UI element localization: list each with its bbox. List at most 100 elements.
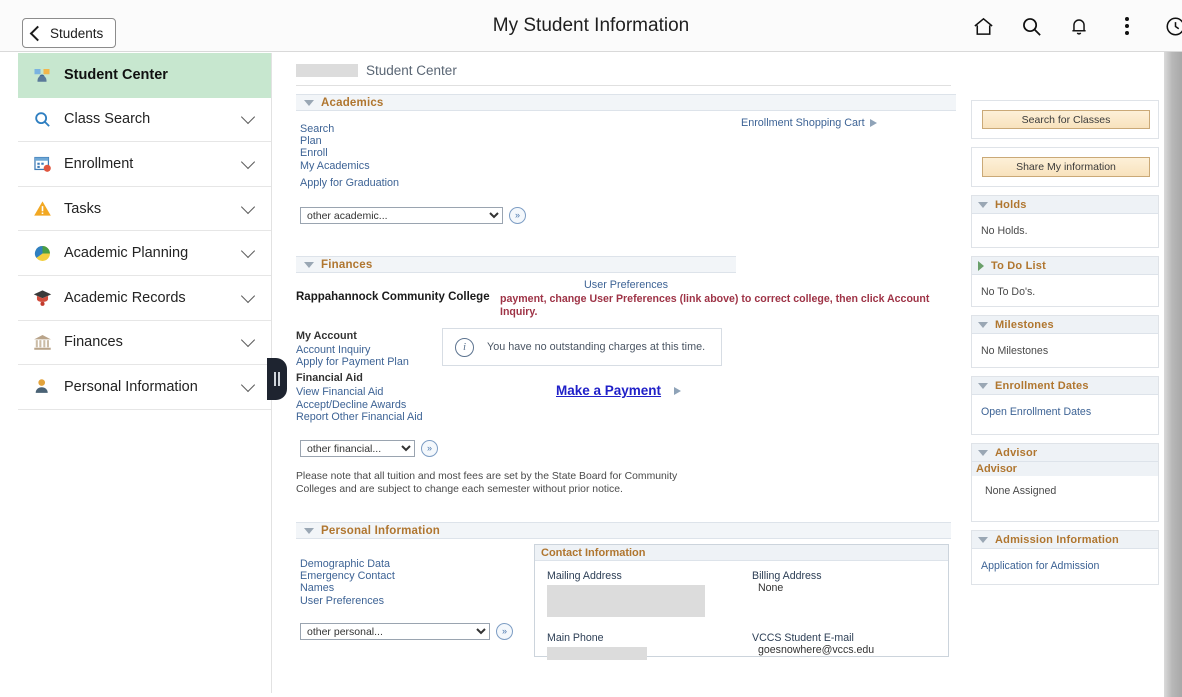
chevron-left-icon bbox=[29, 25, 46, 41]
clock-icon[interactable] bbox=[1162, 13, 1182, 39]
sidebar-item-label: Academic Planning bbox=[64, 245, 189, 262]
todo-card: To Do List No To Do's. bbox=[971, 256, 1159, 307]
triangle-right-icon bbox=[978, 260, 984, 271]
finances-link-accept-decline-awards[interactable]: Accept/Decline Awards bbox=[296, 399, 423, 411]
academics-go-button[interactable]: » bbox=[509, 207, 526, 224]
academics-links: Search Plan Enroll My Academics Apply fo… bbox=[300, 123, 399, 189]
page-scrollbar[interactable] bbox=[1164, 52, 1182, 697]
chevron-down-icon bbox=[240, 288, 256, 303]
tuition-note: Please note that all tuition and most fe… bbox=[296, 471, 678, 495]
sidebar-item-label: Personal Information bbox=[64, 378, 198, 395]
search-icon[interactable] bbox=[1018, 13, 1044, 39]
milestones-header[interactable]: Milestones bbox=[972, 316, 1158, 334]
triangle-down-icon bbox=[978, 449, 988, 456]
bell-icon[interactable] bbox=[1066, 13, 1092, 39]
finances-user-preferences-link[interactable]: User Preferences bbox=[584, 279, 668, 291]
college-name: Rappahannock Community College bbox=[296, 291, 490, 303]
back-to-students-button[interactable]: Students bbox=[22, 18, 117, 48]
enrollment-shopping-cart-link[interactable]: Enrollment Shopping Cart bbox=[741, 117, 865, 129]
todo-header[interactable]: To Do List bbox=[972, 257, 1158, 275]
milestones-body: No Milestones bbox=[981, 345, 1049, 357]
sidebar-item-label: Class Search bbox=[64, 111, 151, 128]
sidebar-item-class-search[interactable]: Class Search bbox=[18, 98, 271, 143]
sidebar-item-academic-records[interactable]: Academic Records bbox=[18, 276, 271, 321]
milestones-card: Milestones No Milestones bbox=[971, 315, 1159, 368]
milestones-title: Milestones bbox=[995, 318, 1054, 331]
search-for-classes-button[interactable]: Search for Classes bbox=[982, 110, 1150, 129]
academics-link-my-academics[interactable]: My Academics bbox=[300, 160, 399, 172]
triangle-down-icon bbox=[978, 321, 988, 328]
admission-information-header[interactable]: Admission Information bbox=[972, 531, 1158, 549]
make-a-payment-link[interactable]: Make a Payment bbox=[556, 383, 661, 398]
advisor-header[interactable]: Advisor bbox=[972, 444, 1158, 462]
sidebar-item-tasks[interactable]: Tasks bbox=[18, 187, 271, 232]
finances-link-list: My Account Account Inquiry Apply for Pay… bbox=[296, 326, 423, 423]
financial-aid-label: Financial Aid bbox=[296, 372, 363, 385]
sidebar-item-student-center[interactable]: Student Center bbox=[18, 53, 271, 98]
other-financial-select[interactable]: other financial... bbox=[300, 440, 415, 457]
kebab-menu-icon[interactable] bbox=[1114, 13, 1140, 39]
chevron-down-icon bbox=[240, 377, 256, 393]
sidebar-item-label: Academic Records bbox=[64, 289, 186, 306]
holds-card: Holds No Holds. bbox=[971, 195, 1159, 248]
personal-link-user-preferences[interactable]: User Preferences bbox=[300, 595, 395, 607]
finances-section-header[interactable]: Finances bbox=[296, 256, 736, 273]
finances-link-account-inquiry[interactable]: Account Inquiry bbox=[296, 344, 423, 356]
personal-link-names[interactable]: Names bbox=[300, 582, 395, 594]
holds-header[interactable]: Holds bbox=[972, 196, 1158, 214]
person-icon bbox=[30, 376, 54, 398]
sidebar-item-enrollment[interactable]: Enrollment bbox=[18, 142, 271, 187]
academics-link-enroll[interactable]: Enroll bbox=[300, 147, 399, 159]
personal-information-section-header[interactable]: Personal Information bbox=[296, 522, 951, 539]
other-personal-select[interactable]: other personal... bbox=[300, 623, 490, 640]
chevron-down-icon bbox=[240, 244, 256, 259]
sidebar-resize-handle[interactable] bbox=[267, 358, 287, 400]
advisor-body: None Assigned bbox=[985, 485, 1057, 497]
section-title: Personal Information bbox=[321, 524, 441, 537]
finances-go-button[interactable]: » bbox=[421, 440, 438, 457]
chevron-down-icon bbox=[240, 110, 256, 125]
open-enrollment-dates-link[interactable]: Open Enrollment Dates bbox=[981, 406, 1091, 418]
section-title: Finances bbox=[321, 258, 373, 271]
chevron-down-icon bbox=[240, 333, 256, 348]
other-academic-select[interactable]: other academic... bbox=[300, 207, 503, 224]
personal-link-demographic-data[interactable]: Demographic Data bbox=[300, 558, 395, 570]
academics-link-apply-for-graduation[interactable]: Apply for Graduation bbox=[300, 177, 399, 189]
bank-icon bbox=[30, 331, 54, 353]
share-my-information-button[interactable]: Share My information bbox=[982, 157, 1150, 177]
no-charges-message: You have no outstanding charges at this … bbox=[487, 341, 706, 353]
sidebar-item-finances[interactable]: Finances bbox=[18, 321, 271, 366]
home-icon[interactable] bbox=[970, 13, 996, 39]
top-header-bar: Students My Student Information bbox=[0, 0, 1182, 52]
academics-link-plan[interactable]: Plan bbox=[300, 135, 399, 147]
sidebar-item-label: Student Center bbox=[64, 66, 168, 83]
warning-triangle-icon bbox=[30, 198, 54, 220]
personal-link-emergency-contact[interactable]: Emergency Contact bbox=[300, 570, 395, 582]
sidebar-item-academic-planning[interactable]: Academic Planning bbox=[18, 231, 271, 276]
student-email-value: goesnowhere@vccs.edu bbox=[758, 644, 875, 656]
enrollment-dates-header[interactable]: Enrollment Dates bbox=[972, 377, 1158, 395]
sidebar-item-label: Finances bbox=[64, 334, 123, 351]
right-rail: Search for Classes Share My information … bbox=[971, 100, 1159, 593]
enrollment-shopping-cart-row[interactable]: Enrollment Shopping Cart bbox=[741, 117, 877, 129]
academics-section-header[interactable]: Academics bbox=[296, 94, 956, 111]
billing-address-value: None bbox=[758, 582, 784, 594]
make-payment-row[interactable]: Make a Payment bbox=[556, 383, 682, 398]
application-for-admission-link[interactable]: Application for Admission bbox=[981, 560, 1099, 572]
todo-body: No To Do's. bbox=[981, 286, 1036, 298]
billing-address-label: Billing Address bbox=[752, 570, 822, 582]
breadcrumb: Student Center bbox=[296, 63, 951, 86]
holds-title: Holds bbox=[995, 198, 1027, 211]
finances-link-apply-payment-plan[interactable]: Apply for Payment Plan bbox=[296, 356, 423, 368]
finances-link-view-financial-aid[interactable]: View Financial Aid bbox=[296, 386, 423, 398]
personal-go-button[interactable]: » bbox=[496, 623, 513, 640]
calendar-icon bbox=[30, 153, 54, 175]
academics-link-search[interactable]: Search bbox=[300, 123, 399, 135]
student-center-page: Students My Student Information Student … bbox=[0, 0, 1182, 697]
contact-information-box: Contact Information Mailing Address Bill… bbox=[534, 544, 949, 660]
section-title: Academics bbox=[321, 96, 384, 109]
finances-link-report-other-financial-aid[interactable]: Report Other Financial Aid bbox=[296, 411, 423, 423]
sidebar-item-personal-information[interactable]: Personal Information bbox=[18, 365, 271, 410]
triangle-down-icon bbox=[304, 261, 314, 268]
share-info-card: Share My information bbox=[971, 147, 1159, 187]
